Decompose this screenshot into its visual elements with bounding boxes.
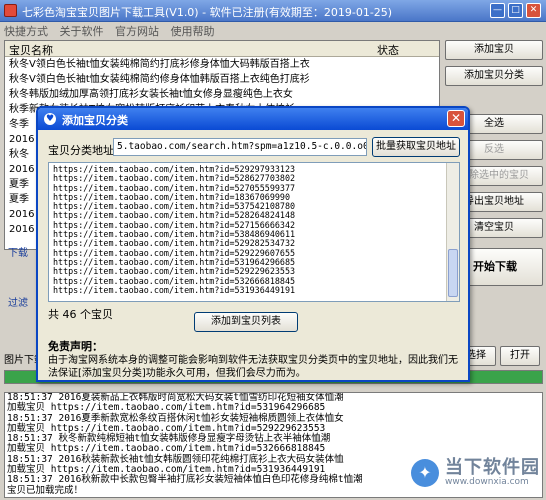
watermark-title: 当下软件园 [445, 457, 540, 479]
list-item[interactable]: 秋冬V领白色长袖t恤女装纯棉简约打底衫修身体恤大码韩版百搭上衣 [5, 57, 439, 72]
url-list-box[interactable]: https://item.taobao.com/item.htm?id=5292… [48, 162, 460, 302]
add-to-list-button[interactable]: 添加到宝贝列表 [194, 312, 298, 332]
column-name-header[interactable]: 宝贝名称 [9, 42, 53, 58]
dialog-close-button[interactable]: ✕ [447, 110, 465, 127]
url-list-scrollbar[interactable] [446, 163, 459, 301]
window-titlebar: 七彩色淘宝宝贝图片下载工具(V1.0) - 软件已注册(有效期至：2019-01… [0, 0, 546, 22]
add-category-dialog: ♥ 添加宝贝分类 ✕ 宝贝分类地址： 5.taobao.com/search.h… [36, 106, 470, 382]
window-title: 七彩色淘宝宝贝图片下载工具(V1.0) - 软件已注册(有效期至：2019-01… [22, 6, 393, 19]
scrollbar-thumb[interactable] [448, 249, 458, 297]
list-header: 宝贝名称 状态 [5, 41, 439, 57]
category-address-input[interactable]: 5.taobao.com/search.htm?spm=a1z10.5-c.0.… [113, 138, 367, 156]
add-category-button[interactable]: 添加宝贝分类 [445, 66, 543, 86]
bulk-fetch-button[interactable]: 批量获取宝贝地址 [372, 137, 460, 157]
dialog-titlebar: ♥ 添加宝贝分类 ✕ [38, 108, 468, 130]
disclaimer-title: 免责声明： [48, 340, 103, 353]
menu-website[interactable]: 官方网站 [111, 22, 163, 39]
dialog-title: 添加宝贝分类 [62, 114, 128, 127]
menu-shortcuts[interactable]: 快捷方式 [0, 22, 52, 39]
maximize-button[interactable]: □ [508, 3, 523, 18]
download-label: 下载 [8, 248, 28, 259]
list-item[interactable]: 秋冬V领白色长袖t恤女装纯棉简约修身体恤韩版百搭上衣纯色打底衫 [5, 72, 439, 87]
minimize-button[interactable]: — [490, 3, 505, 18]
close-button[interactable]: ✕ [526, 3, 541, 18]
menu-bar: 快捷方式 关于软件 官方网站 使用帮助 [0, 22, 546, 38]
site-watermark: ✦ 当下软件园 www.downxia.com [411, 458, 540, 488]
disclaimer-text: 由于淘宝网系统本身的调整可能会影响到软件无法获取宝贝分类页中的宝贝地址，因此我们… [48, 355, 458, 379]
add-item-button[interactable]: 添加宝贝 [445, 40, 543, 60]
filter-label: 过滤 [8, 298, 28, 309]
app-icon [4, 4, 17, 17]
open-folder-button[interactable]: 打开 [500, 346, 540, 366]
list-item[interactable]: 秋冬韩版加绒加厚高领打底衫女装长袖t恤女修身显瘦纯色上衣女 [5, 87, 439, 102]
column-status-header[interactable]: 状态 [377, 42, 399, 58]
menu-help[interactable]: 使用帮助 [167, 22, 219, 39]
url-item: https://item.taobao.com/item.htm?id=5319… [53, 284, 296, 295]
menu-about[interactable]: 关于软件 [56, 22, 108, 39]
dialog-icon: ♥ [44, 113, 56, 125]
watermark-url: www.downxia.com [445, 477, 529, 488]
item-count: 共 46 个宝贝 [48, 308, 113, 321]
watermark-logo-icon: ✦ [411, 459, 439, 488]
